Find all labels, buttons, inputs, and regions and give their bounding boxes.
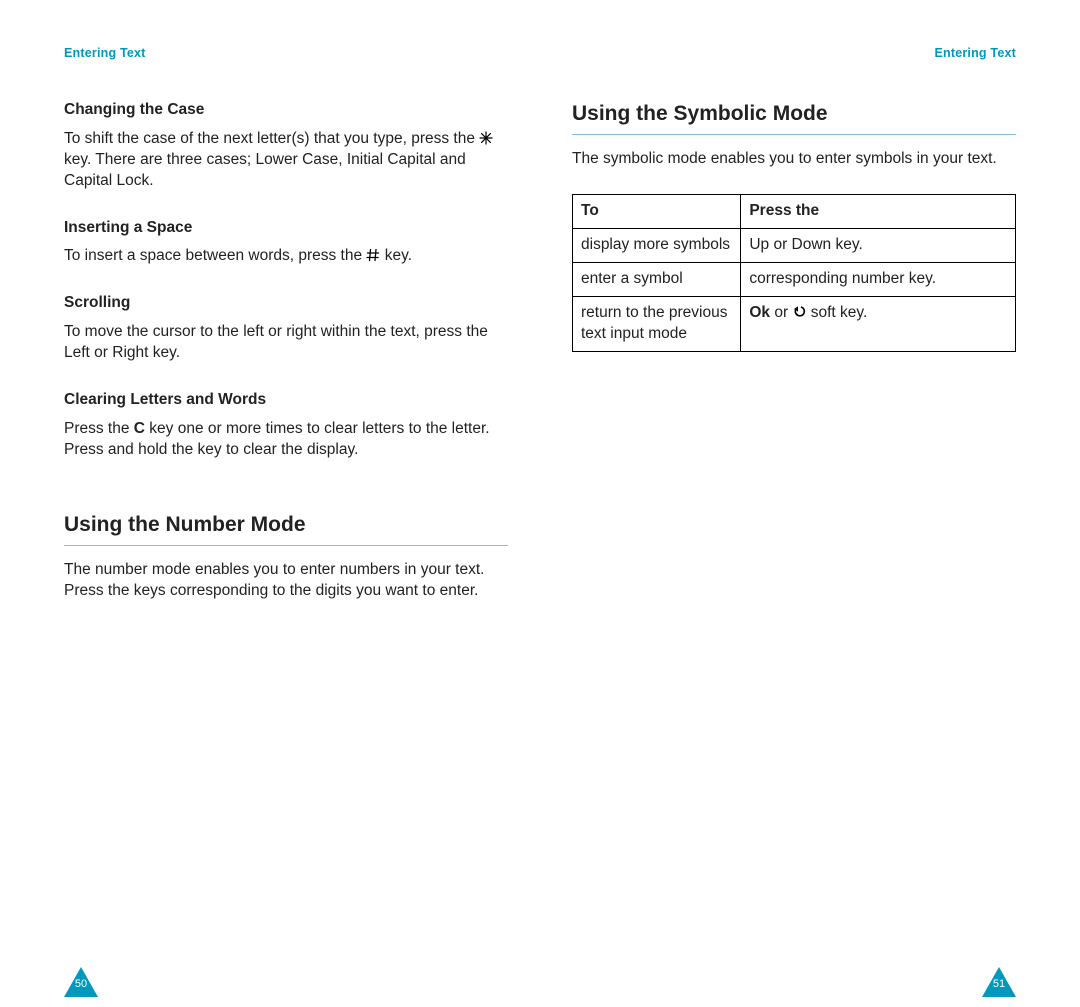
star-key-icon <box>479 131 493 145</box>
section-symbolic-mode: Using the Symbolic Mode <box>572 100 1016 128</box>
subhead-scrolling: Scrolling <box>64 293 508 314</box>
folio-left: 50 <box>64 967 98 997</box>
para-space: To insert a space between words, press t… <box>64 246 508 267</box>
bold-c-key: C <box>134 420 145 437</box>
th-press: Press the <box>741 195 1016 229</box>
para-scrolling: To move the cursor to the left or right … <box>64 322 508 364</box>
folio-right: 51 <box>982 967 1016 997</box>
cell-to: return to the previous text input mode <box>573 296 741 351</box>
text: key. There are three cases; Lower Case, … <box>64 151 466 189</box>
table-row: display more symbols Up or Down key. <box>573 229 1016 263</box>
section-rule <box>64 545 508 546</box>
hash-key-icon <box>366 248 380 262</box>
table-row: return to the previous text input mode O… <box>573 296 1016 351</box>
para-number-mode: The number mode enables you to enter num… <box>64 560 508 602</box>
table-row: enter a symbol corresponding number key. <box>573 262 1016 296</box>
folio-right-number: 51 <box>982 977 1016 992</box>
section-rule <box>572 134 1016 135</box>
running-head-left: Entering Text <box>64 45 508 62</box>
cell-to: display more symbols <box>573 229 741 263</box>
cell-press: corresponding number key. <box>741 262 1016 296</box>
page-right: Entering Text Using the Symbolic Mode Th… <box>572 45 1016 997</box>
text: or <box>770 304 792 321</box>
folio-left-number: 50 <box>64 977 98 992</box>
text: key. <box>385 247 412 264</box>
text: To shift the case of the next letter(s) … <box>64 130 479 147</box>
para-changing-case: To shift the case of the next letter(s) … <box>64 129 508 192</box>
subhead-changing-case: Changing the Case <box>64 100 508 121</box>
symbolic-mode-table: To Press the display more symbols Up or … <box>572 194 1016 352</box>
running-head-right: Entering Text <box>572 45 1016 62</box>
text: Press the <box>64 420 134 437</box>
para-symbolic-intro: The symbolic mode enables you to enter s… <box>572 149 1016 170</box>
page-left: Entering Text Changing the Case To shift… <box>64 45 508 997</box>
cell-press: Ok or soft key. <box>741 296 1016 351</box>
bold-ok: Ok <box>749 304 770 321</box>
th-to: To <box>573 195 741 229</box>
page-spread: Entering Text Changing the Case To shift… <box>10 0 1070 997</box>
text: soft key. <box>806 304 867 321</box>
text: To insert a space between words, press t… <box>64 247 366 264</box>
para-clearing: Press the C key one or more times to cle… <box>64 419 508 461</box>
subhead-clearing: Clearing Letters and Words <box>64 390 508 411</box>
subhead-space: Inserting a Space <box>64 218 508 239</box>
cell-press: Up or Down key. <box>741 229 1016 263</box>
back-key-icon <box>792 304 806 318</box>
table-header-row: To Press the <box>573 195 1016 229</box>
section-number-mode: Using the Number Mode <box>64 511 508 539</box>
cell-to: enter a symbol <box>573 262 741 296</box>
